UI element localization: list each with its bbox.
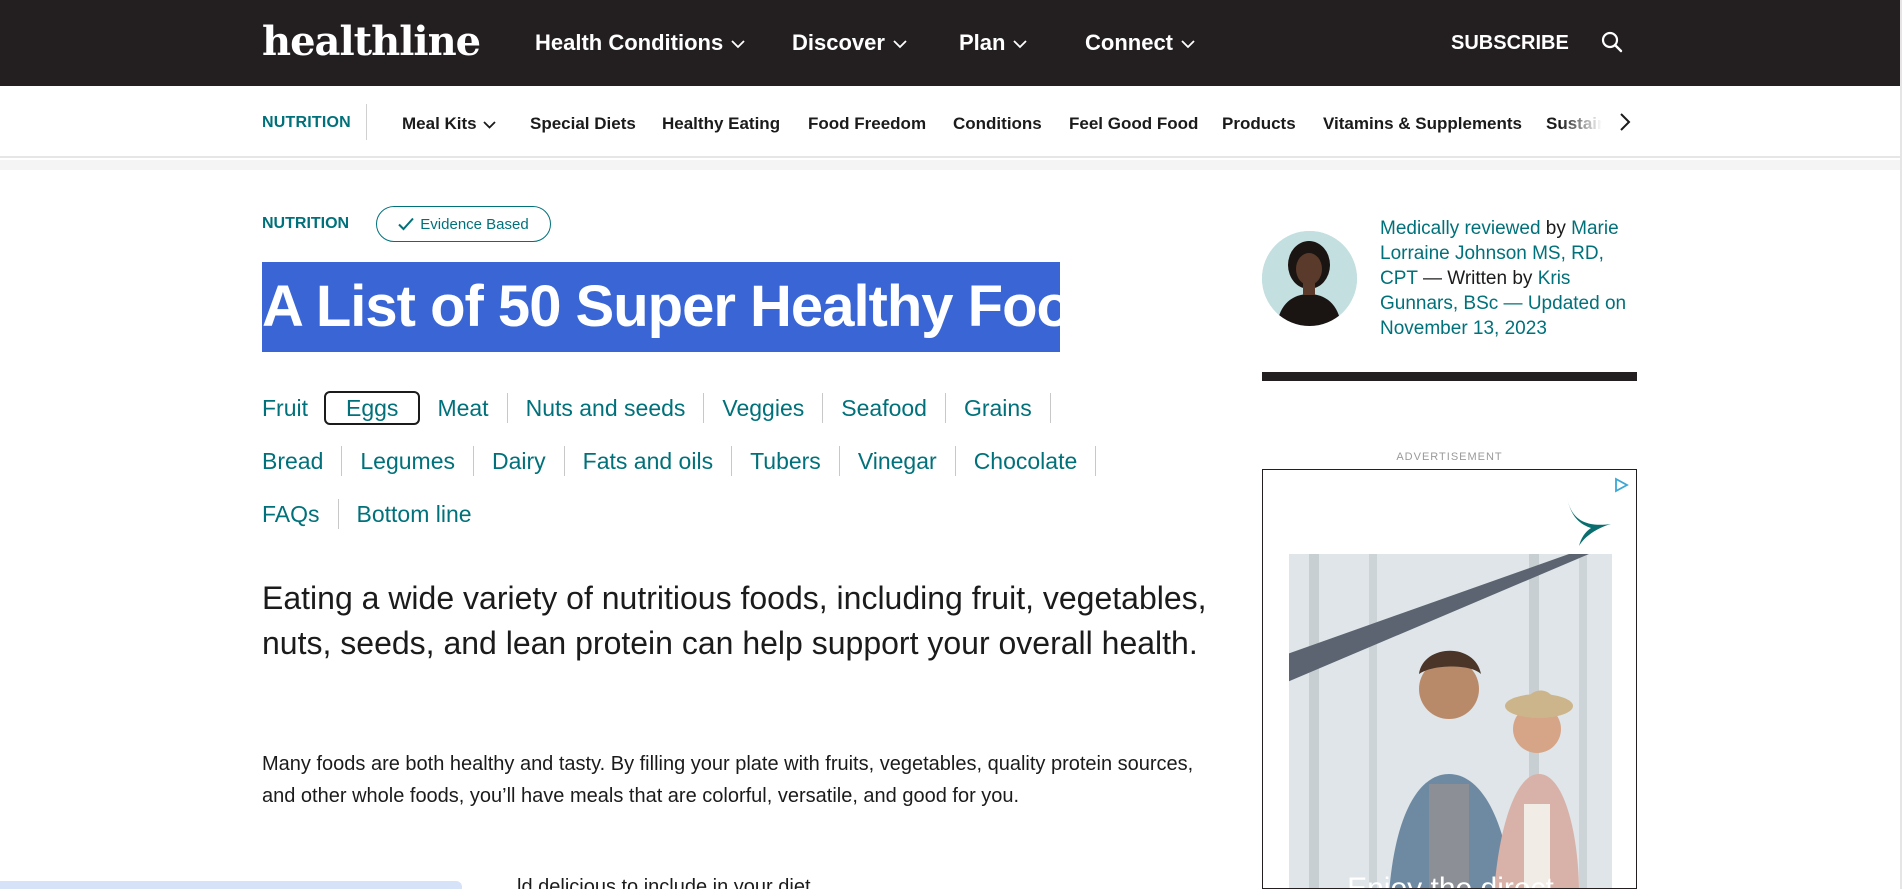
badge-label: Evidence Based	[420, 215, 529, 233]
page-title: A List of 50 Super Healthy Foods	[262, 274, 1138, 339]
subnav-item-food-freedom[interactable]: Food Freedom	[808, 114, 926, 134]
article-paragraph: Many foods are both healthy and tasty. B…	[262, 753, 1194, 807]
subnav-item-healthy-eating[interactable]: Healthy Eating	[662, 114, 780, 134]
subnav-item-conditions[interactable]: Conditions	[953, 114, 1042, 134]
jump-link-fats-and-oils[interactable]: Fats and oils	[565, 446, 731, 476]
chevron-down-icon	[1013, 40, 1028, 48]
subnav-item-vitamins-supplements[interactable]: Vitamins & Supplements	[1323, 114, 1522, 134]
subnav-item-feel-good-food[interactable]: Feel Good Food	[1069, 114, 1198, 134]
byline-text: by	[1540, 218, 1572, 239]
nav-plan[interactable]: Plan	[959, 30, 1028, 56]
chevron-right-icon[interactable]	[1618, 112, 1632, 132]
subnav-item-label: Meal Kits	[402, 114, 477, 133]
divider	[1095, 446, 1097, 476]
divider	[1049, 393, 1051, 423]
nav-health-conditions[interactable]: Health Conditions	[535, 30, 745, 56]
bottom-overlay-bar	[0, 881, 462, 889]
jump-links-row: Fruit Eggs Meat Nuts and seeds Veggies S…	[262, 390, 1051, 426]
healthline-logo[interactable]: healthline	[262, 18, 481, 66]
divider-band	[0, 160, 1902, 170]
jump-link-chocolate[interactable]: Chocolate	[956, 446, 1096, 476]
nav-discover[interactable]: Discover	[792, 30, 907, 56]
chevron-down-icon	[731, 40, 745, 48]
divider	[366, 104, 367, 140]
jump-link-veggies[interactable]: Veggies	[704, 393, 822, 423]
jump-link-fruit[interactable]: Fruit	[262, 393, 326, 423]
jump-links-row: Bread Legumes Dairy Fats and oils Tubers…	[262, 443, 1097, 479]
subnav-fade	[1560, 96, 1620, 146]
advertisement-label: ADVERTISEMENT	[1396, 451, 1503, 463]
chevron-down-icon	[893, 40, 907, 48]
jump-link-legumes[interactable]: Legumes	[342, 446, 473, 476]
article-paragraph-partial: …ld delicious to include in your diet.	[497, 876, 817, 889]
byline-text: — Written by	[1417, 268, 1538, 289]
ad-photo	[1289, 554, 1612, 888]
jump-link-bottom-line[interactable]: Bottom line	[339, 499, 490, 529]
subnav-section-label[interactable]: NUTRITION	[262, 114, 351, 132]
sidebar-divider	[1262, 372, 1637, 381]
jump-links-row: FAQs Bottom line	[262, 496, 490, 532]
reviewer-avatar[interactable]	[1262, 231, 1357, 326]
section-navigation: NUTRITION Meal Kits Special Diets Health…	[0, 86, 1902, 158]
nav-label: Connect	[1085, 30, 1173, 55]
article-category[interactable]: NUTRITION	[262, 215, 349, 233]
person-silhouette-icon	[1262, 231, 1357, 326]
subnav-item-meal-kits[interactable]: Meal Kits	[402, 114, 496, 134]
ad-caption: Enjoy the direct	[1347, 872, 1554, 889]
jump-link-meat[interactable]: Meat	[419, 393, 506, 423]
medically-reviewed-link[interactable]: Medically reviewed	[1380, 218, 1541, 239]
jump-link-vinegar[interactable]: Vinegar	[840, 446, 955, 476]
jump-link-seafood[interactable]: Seafood	[823, 393, 945, 423]
airline-logo-icon	[1567, 498, 1611, 546]
subnav-item-special-diets[interactable]: Special Diets	[530, 114, 636, 134]
top-navigation: healthline Health Conditions Discover Pl…	[0, 0, 1902, 86]
nav-label: Plan	[959, 30, 1006, 55]
evidence-based-badge[interactable]: Evidence Based	[376, 206, 551, 242]
nav-label: Discover	[792, 30, 885, 55]
jump-link-nuts-and-seeds[interactable]: Nuts and seeds	[508, 393, 704, 423]
ad-choices-icon[interactable]	[1612, 476, 1630, 494]
jump-link-grains[interactable]: Grains	[946, 393, 1050, 423]
nav-label: Health Conditions	[535, 30, 724, 55]
advertisement-banner[interactable]: Enjoy the direct	[1262, 469, 1637, 889]
article-byline: Medically reviewed by Marie Lorraine Joh…	[1380, 216, 1640, 341]
checkmark-icon	[398, 217, 415, 231]
subscribe-button[interactable]: SUBSCRIBE	[1451, 31, 1569, 55]
chevron-down-icon	[483, 120, 496, 129]
jump-link-dairy[interactable]: Dairy	[474, 446, 564, 476]
jump-link-faqs[interactable]: FAQs	[262, 499, 338, 529]
article-lead: Eating a wide variety of nutritious food…	[262, 580, 1207, 661]
search-icon[interactable]	[1601, 31, 1623, 53]
jump-link-bread[interactable]: Bread	[262, 446, 341, 476]
jump-link-eggs[interactable]: Eggs	[323, 391, 421, 425]
subnav-item-products[interactable]: Products	[1222, 114, 1296, 134]
chevron-down-icon	[1181, 40, 1195, 48]
jump-link-tubers[interactable]: Tubers	[732, 446, 839, 476]
nav-connect[interactable]: Connect	[1085, 30, 1195, 56]
